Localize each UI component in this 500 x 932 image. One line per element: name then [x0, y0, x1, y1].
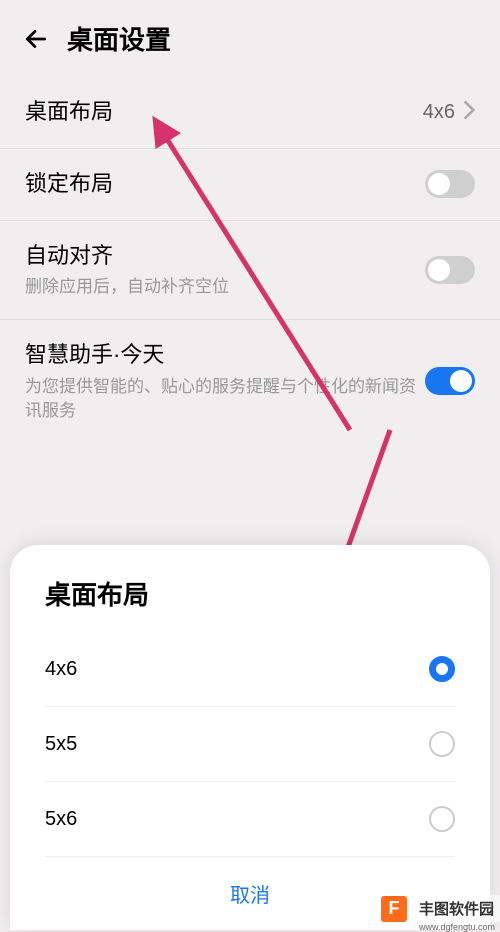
sheet-title: 桌面布局 [45, 575, 455, 612]
setting-lock: 锁定布局 [0, 149, 500, 221]
setting-align-label: 自动对齐 [25, 241, 425, 272]
sheet-option-label: 5x6 [45, 808, 77, 831]
sheet-option-5x5[interactable]: 5x5 [45, 707, 455, 782]
setting-assistant: 智慧助手·今天 为您提供智能的、贴心的服务提醒与个性化的新闻资讯服务 [0, 320, 500, 442]
sheet-option-label: 4x6 [45, 658, 77, 681]
watermark-logo-icon: F [381, 896, 407, 922]
page-header: 桌面设置 [0, 0, 500, 77]
setting-layout[interactable]: 桌面布局 4x6 [0, 77, 500, 149]
radio-selected-icon [429, 656, 455, 682]
setting-layout-label: 桌面布局 [25, 97, 423, 128]
radio-unselected-icon [429, 731, 455, 757]
setting-assistant-label: 智慧助手·今天 [25, 340, 425, 371]
back-icon[interactable] [20, 23, 52, 55]
setting-lock-label: 锁定布局 [25, 169, 425, 200]
sheet-option-4x6[interactable]: 4x6 [45, 632, 455, 707]
settings-list: 桌面布局 4x6 锁定布局 自动对齐 删除应用后，自动补齐空位 智慧助手·今天 … [0, 77, 500, 443]
setting-align-sublabel: 删除应用后，自动补齐空位 [25, 275, 425, 299]
watermark: F 丰图软件园 [381, 895, 500, 922]
watermark-text: 丰图软件园 [413, 895, 500, 922]
page-title: 桌面设置 [67, 20, 171, 57]
toggle-assistant[interactable] [425, 367, 475, 395]
setting-assistant-sublabel: 为您提供智能的、贴心的服务提醒与个性化的新闻资讯服务 [25, 375, 425, 423]
sheet-option-label: 5x5 [45, 733, 77, 756]
chevron-right-icon [463, 100, 475, 125]
toggle-align[interactable] [425, 256, 475, 284]
watermark-url: www.dgfengtu.com [419, 922, 495, 932]
sheet-option-5x6[interactable]: 5x6 [45, 782, 455, 857]
setting-layout-value: 4x6 [423, 101, 455, 124]
radio-unselected-icon [429, 806, 455, 832]
layout-picker-sheet: 桌面布局 4x6 5x5 5x6 取消 [10, 545, 490, 930]
toggle-lock[interactable] [425, 170, 475, 198]
setting-align: 自动对齐 删除应用后，自动补齐空位 [0, 221, 500, 321]
